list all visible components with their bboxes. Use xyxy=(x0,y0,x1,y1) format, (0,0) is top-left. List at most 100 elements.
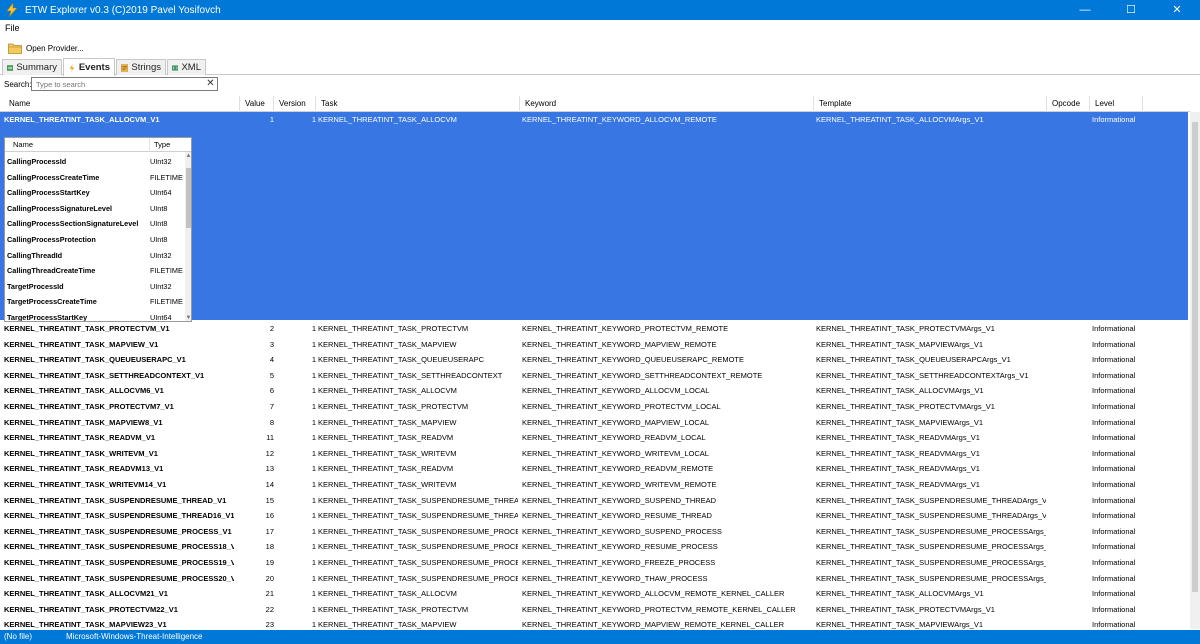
cell-level: Informational xyxy=(1092,558,1136,567)
cell-keyword: KERNEL_THREATINT_KEYWORD_PROTECTVM_LOCAL xyxy=(522,402,721,411)
close-button[interactable]: ✕ xyxy=(1154,0,1200,20)
cell-keyword: KERNEL_THREATINT_KEYWORD_SUSPEND_THREAD xyxy=(522,495,717,505)
folder-icon xyxy=(8,43,22,54)
cell-keyword: KERNEL_THREATINT_KEYWORD_ALLOCVM_LOCAL xyxy=(522,386,710,396)
cell-value: 15 xyxy=(265,495,274,505)
table-row[interactable]: KERNEL_THREATINT_TASK_MAPVIEW8_V1 8 1 KERNE… xyxy=(0,415,1188,431)
cell-version: 1 xyxy=(311,526,316,536)
cell-value: 14 xyxy=(265,480,274,489)
field-row[interactable]: CallingProcessCreateTime FILETIME xyxy=(5,170,185,186)
event-fields-grid: Name Type CallingProcessId UInt32 CallingP… xyxy=(4,137,192,322)
open-provider-button[interactable]: Open Provider... xyxy=(8,40,84,56)
cell-value: 13 xyxy=(265,464,274,474)
fields-scrollbar[interactable]: ▲ ▼ xyxy=(185,152,191,321)
maximize-button[interactable]: ☐ xyxy=(1108,0,1154,20)
table-row[interactable]: KERNEL_THREATINT_TASK_ALLOCVM6_V1 6 1 KERNE… xyxy=(0,383,1188,399)
cell-template: KERNEL_THREATINT_TASK_MAPVIEWArgs_V1 xyxy=(816,620,983,629)
cell-name: KERNEL_THREATINT_TASK_PROTECTVM_V1 xyxy=(4,324,170,333)
field-row[interactable]: CallingProcessSectionSignatureLevel UInt8 xyxy=(5,216,185,232)
events-scrollbar[interactable] xyxy=(1190,112,1200,629)
field-name: CallingProcessSectionSignatureLevel xyxy=(7,219,139,229)
column-header-task[interactable]: Task xyxy=(316,96,520,112)
field-name: CallingThreadCreateTime xyxy=(7,266,96,276)
cell-value: 5 xyxy=(269,370,274,380)
cell-value: 18 xyxy=(265,542,274,552)
column-header-opcode[interactable]: Opcode xyxy=(1047,96,1090,112)
search-input[interactable] xyxy=(31,77,218,91)
field-name: CallingThreadId xyxy=(7,250,63,260)
field-row[interactable]: CallingProcessProtection UInt8 xyxy=(5,232,185,248)
table-row[interactable]: KERNEL_THREATINT_TASK_SUSPENDRESUME_PROC… xyxy=(0,555,1188,571)
menu-file[interactable]: File xyxy=(5,23,20,33)
table-row[interactable]: KERNEL_THREATINT_TASK_READVM13_V1 13 1 KERN… xyxy=(0,461,1188,477)
table-row[interactable]: KERNEL_THREATINT_TASK_ALLOCVM21_V1 21 1 KER… xyxy=(0,586,1188,602)
scroll-up-icon[interactable]: ▲ xyxy=(185,152,191,160)
cell-name: KERNEL_THREATINT_TASK_WRITEVM14_V1 xyxy=(4,480,167,489)
table-row[interactable]: KERNEL_THREATINT_TASK_SETTHREADCONTEXT_V… xyxy=(0,368,1188,384)
tab-strings[interactable]: Strings xyxy=(116,59,166,75)
tab-summary[interactable]: Summary xyxy=(2,59,62,75)
cell-template: KERNEL_THREATINT_TASK_SUSPENDRESUME_PROC… xyxy=(816,542,1046,552)
table-row[interactable]: KERNEL_THREATINT_TASK_SUSPENDRESUME_PROC… xyxy=(0,539,1188,555)
cell-task: KERNEL_THREATINT_TASK_ALLOCVM xyxy=(318,589,457,599)
table-row[interactable]: KERNEL_THREATINT_TASK_SUSPENDRESUME_PROC… xyxy=(0,524,1188,540)
cell-version: 1 xyxy=(311,604,316,614)
cell-keyword: KERNEL_THREATINT_KEYWORD_READVM_REMOTE xyxy=(522,464,714,474)
table-row[interactable]: KERNEL_THREATINT_TASK_PROTECTVM_V1 2 1 KERN… xyxy=(0,321,1188,337)
cell-keyword: KERNEL_THREATINT_KEYWORD_PROTECTVM_REMOT… xyxy=(522,324,729,333)
field-row[interactable]: CallingProcessSignatureLevel UInt8 xyxy=(5,201,185,217)
cell-version: 1 xyxy=(311,511,316,521)
column-header-value[interactable]: Value xyxy=(240,96,274,112)
cell-level: Informational xyxy=(1092,511,1136,521)
table-row[interactable]: KERNEL_THREATINT_TASK_QUEUEUSERAPC_V1 4 1 K… xyxy=(0,352,1188,368)
cell-template: KERNEL_THREATINT_TASK_ALLOCVMArgs_V1 xyxy=(816,115,984,124)
table-row[interactable]: KERNEL_THREATINT_TASK_MAPVIEW23_V1 23 1 KER… xyxy=(0,617,1188,629)
cell-value: 3 xyxy=(269,339,274,349)
tab-xml[interactable]: XML xyxy=(167,59,206,75)
cell-value: 6 xyxy=(269,386,274,396)
table-row[interactable]: KERNEL_THREATINT_TASK_PROTECTVM7_V1 7 1 KER… xyxy=(0,399,1188,415)
field-row[interactable]: TargetProcessCreateTime FILETIME xyxy=(5,294,185,310)
clear-search-icon[interactable]: ✕ xyxy=(205,78,216,89)
table-row[interactable]: KERNEL_THREATINT_TASK_SUSPENDRESUME_THRE… xyxy=(0,493,1188,509)
cell-level: Informational xyxy=(1092,402,1136,411)
fields-header-type[interactable]: Type xyxy=(150,138,186,152)
events-scroll-thumb[interactable] xyxy=(1192,122,1198,592)
field-type: UInt32 xyxy=(150,250,172,260)
cell-version: 1 xyxy=(311,417,316,427)
table-row[interactable]: KERNEL_THREATINT_TASK_WRITEVM14_V1 14 1 KER… xyxy=(0,477,1188,493)
cell-task: KERNEL_THREATINT_TASK_ALLOCVM xyxy=(318,386,457,396)
cell-task: KERNEL_THREATINT_TASK_QUEUEUSERAPC xyxy=(318,355,485,365)
minimize-button[interactable]: — xyxy=(1062,0,1108,20)
xml-icon xyxy=(172,65,179,70)
column-header-name[interactable]: Name xyxy=(4,96,240,112)
table-row[interactable]: KERNEL_THREATINT_TASK_WRITEVM_V1 12 1 KERNE… xyxy=(0,446,1188,462)
fields-scroll-thumb[interactable] xyxy=(186,168,191,228)
table-row[interactable]: KERNEL_THREATINT_TASK_SUSPENDRESUME_PROC… xyxy=(0,571,1188,587)
table-row[interactable]: KERNEL_THREATINT_TASK_READVM_V1 11 1 KERNEL… xyxy=(0,430,1188,446)
cell-value: 19 xyxy=(265,558,274,567)
table-row[interactable]: KERNEL_THREATINT_TASK_PROTECTVM22_V1 22 1 K… xyxy=(0,602,1188,618)
table-row[interactable]: KERNEL_THREATINT_TASK_ALLOCVM_V1 1 1 KERNEL… xyxy=(0,112,1188,128)
field-row[interactable]: CallingProcessStartKey UInt64 xyxy=(5,185,185,201)
field-row[interactable]: CallingThreadCreateTime FILETIME xyxy=(5,263,185,279)
cell-name: KERNEL_THREATINT_TASK_MAPVIEW23_V1 xyxy=(4,620,167,629)
table-row[interactable]: KERNEL_THREATINT_TASK_SUSPENDRESUME_THRE… xyxy=(0,508,1188,524)
cell-version: 1 xyxy=(311,464,316,474)
field-row[interactable]: TargetProcessId UInt32 xyxy=(5,279,185,295)
tab-events[interactable]: Events xyxy=(63,58,115,76)
column-header-level[interactable]: Level xyxy=(1090,96,1143,112)
column-header-version[interactable]: Version xyxy=(274,96,316,112)
table-row[interactable]: KERNEL_THREATINT_TASK_MAPVIEW_V1 3 1 KERNEL… xyxy=(0,337,1188,353)
cell-task: KERNEL_THREATINT_TASK_READVM xyxy=(318,464,454,474)
column-header-keyword[interactable]: Keyword xyxy=(520,96,814,112)
field-row[interactable]: CallingProcessId UInt32 xyxy=(5,154,185,170)
fields-header-name[interactable]: Name xyxy=(9,138,150,152)
cell-value: 22 xyxy=(265,604,274,614)
column-header-template[interactable]: Template xyxy=(814,96,1047,112)
open-provider-label: Open Provider... xyxy=(26,43,84,53)
cell-template: KERNEL_THREATINT_TASK_READVMArgs_V1 xyxy=(816,433,980,443)
cell-value: 21 xyxy=(265,589,274,599)
field-row[interactable]: CallingThreadId UInt32 xyxy=(5,248,185,264)
cell-template: KERNEL_THREATINT_TASK_PROTECTVMArgs_V1 xyxy=(816,604,995,614)
